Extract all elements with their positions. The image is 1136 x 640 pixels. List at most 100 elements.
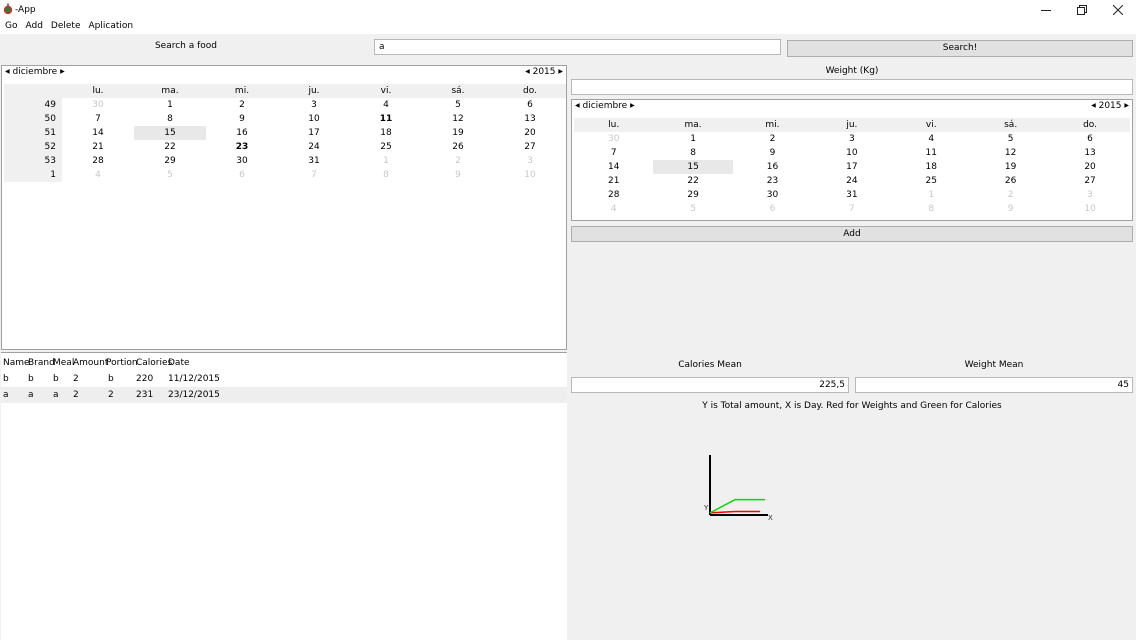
close-button[interactable] — [1100, 0, 1136, 20]
calendar-day[interactable]: 8 — [350, 168, 422, 182]
calendar-day[interactable]: 23 — [206, 140, 278, 154]
calendar-day[interactable]: 19 — [971, 160, 1050, 174]
calendar-day[interactable]: 4 — [892, 132, 971, 146]
calendar-day[interactable]: 7 — [574, 146, 653, 160]
calendar-day[interactable]: 1 — [350, 154, 422, 168]
calendar-day[interactable]: 28 — [574, 188, 653, 202]
month-selector[interactable]: ◀ diciembre ▶ — [575, 101, 635, 111]
add-button[interactable]: Add — [571, 226, 1133, 242]
calendar-day[interactable]: 21 — [62, 140, 134, 154]
calendar-day[interactable]: 5 — [971, 132, 1050, 146]
search-button[interactable]: Search! — [787, 40, 1133, 57]
next-month-icon[interactable]: ▶ — [60, 68, 65, 75]
prev-year-icon[interactable]: ◀ — [1091, 102, 1096, 109]
calendar-day[interactable]: 6 — [206, 168, 278, 182]
calendar-day[interactable]: 22 — [134, 140, 206, 154]
prev-year-icon[interactable]: ◀ — [525, 68, 530, 75]
column-header-calories[interactable]: Calories — [134, 355, 172, 371]
calendar-day[interactable]: 3 — [278, 98, 350, 112]
calendar-day[interactable]: 23 — [733, 174, 812, 188]
calendar-day[interactable]: 11 — [350, 112, 422, 126]
column-header-meal[interactable]: Meal — [51, 355, 74, 371]
calendar-day[interactable]: 5 — [653, 202, 732, 216]
calendar-day[interactable]: 6 — [1050, 132, 1129, 146]
calendar-day[interactable]: 28 — [62, 154, 134, 168]
calendar-day[interactable]: 20 — [1050, 160, 1129, 174]
weight-input[interactable] — [571, 79, 1133, 95]
calendar-day[interactable]: 7 — [278, 168, 350, 182]
calendar-day[interactable]: 25 — [892, 174, 971, 188]
calendar-day[interactable]: 31 — [278, 154, 350, 168]
calendar-day[interactable]: 11 — [892, 146, 971, 160]
calendar-day[interactable]: 31 — [812, 188, 891, 202]
menu-add[interactable]: Add — [21, 20, 46, 34]
prev-month-icon[interactable]: ◀ — [5, 68, 10, 75]
calendar-day[interactable]: 20 — [494, 126, 566, 140]
calendar-day[interactable]: 17 — [278, 126, 350, 140]
table-row[interactable]: b b b 2 b 220 11/12/2015 — [1, 371, 567, 387]
month-selector[interactable]: ◀ diciembre ▶ — [5, 67, 65, 77]
calendar-day[interactable]: 27 — [494, 140, 566, 154]
calendar-day[interactable]: 19 — [422, 126, 494, 140]
prev-month-icon[interactable]: ◀ — [575, 102, 580, 109]
calendar-day[interactable]: 30 — [206, 154, 278, 168]
menu-delete[interactable]: Delete — [47, 20, 85, 34]
calendar-day[interactable]: 16 — [206, 126, 278, 140]
calendar-day[interactable]: 22 — [653, 174, 732, 188]
calendar-day[interactable]: 5 — [134, 168, 206, 182]
calendar-day[interactable]: 2 — [733, 132, 812, 146]
column-header-date[interactable]: Date — [166, 355, 226, 371]
calendar-day[interactable]: 4 — [62, 168, 134, 182]
calendar-day[interactable]: 16 — [733, 160, 812, 174]
calendar-day[interactable]: 3 — [1050, 188, 1129, 202]
calendar-day[interactable]: 14 — [62, 126, 134, 140]
search-input[interactable] — [374, 39, 781, 55]
calendar-day[interactable]: 1 — [892, 188, 971, 202]
calendar-day[interactable]: 2 — [422, 154, 494, 168]
calendar-day[interactable]: 9 — [206, 112, 278, 126]
restore-button[interactable] — [1064, 0, 1100, 20]
calendar-day[interactable]: 8 — [134, 112, 206, 126]
calendar-day[interactable]: 4 — [350, 98, 422, 112]
calendar-day[interactable]: 9 — [971, 202, 1050, 216]
calendar-day[interactable]: 29 — [134, 154, 206, 168]
year-selector[interactable]: ◀ 2015 ▶ — [525, 67, 563, 77]
calendar-day[interactable]: 30 — [62, 98, 134, 112]
calendar-day[interactable]: 6 — [494, 98, 566, 112]
calendar-day[interactable]: 10 — [1050, 202, 1129, 216]
calendar-day[interactable]: 27 — [1050, 174, 1129, 188]
calendar-day[interactable]: 2 — [971, 188, 1050, 202]
calendar-day[interactable]: 7 — [812, 202, 891, 216]
calendar-day[interactable]: 10 — [278, 112, 350, 126]
calendar-day[interactable]: 21 — [574, 174, 653, 188]
calendar-day[interactable]: 14 — [574, 160, 653, 174]
calendar-day[interactable]: 10 — [812, 146, 891, 160]
minimize-button[interactable] — [1028, 0, 1064, 20]
calendar-day[interactable]: 9 — [733, 146, 812, 160]
calendar-day[interactable]: 30 — [574, 132, 653, 146]
calendar-day[interactable]: 13 — [494, 112, 566, 126]
calendar-day[interactable]: 6 — [733, 202, 812, 216]
calendar-day[interactable]: 9 — [422, 168, 494, 182]
column-header-name[interactable]: Name — [1, 355, 30, 371]
calendar-day[interactable]: 17 — [812, 160, 891, 174]
year-selector[interactable]: ◀ 2015 ▶ — [1091, 101, 1129, 111]
menu-aplication[interactable]: Aplication — [85, 20, 138, 34]
calendar-day[interactable]: 1 — [653, 132, 732, 146]
table-row[interactable]: a a a 2 2 231 23/12/2015 — [1, 387, 567, 403]
calendar-day[interactable]: 10 — [494, 168, 566, 182]
calendar-day[interactable]: 18 — [892, 160, 971, 174]
next-month-icon[interactable]: ▶ — [630, 102, 635, 109]
calendar-day[interactable]: 29 — [653, 188, 732, 202]
calendar-day[interactable]: 13 — [1050, 146, 1129, 160]
calendar-day[interactable]: 18 — [350, 126, 422, 140]
menu-go[interactable]: Go — [0, 20, 21, 34]
calendar-day[interactable]: 26 — [422, 140, 494, 154]
calendar-day[interactable]: 4 — [574, 202, 653, 216]
calendar-day[interactable]: 24 — [278, 140, 350, 154]
column-header-amount[interactable]: Amount — [71, 355, 108, 371]
calendar-day[interactable]: 30 — [733, 188, 812, 202]
column-header-portion[interactable]: Portion — [104, 355, 138, 371]
calendar-day[interactable]: 8 — [653, 146, 732, 160]
calendar-day[interactable]: 12 — [422, 112, 494, 126]
